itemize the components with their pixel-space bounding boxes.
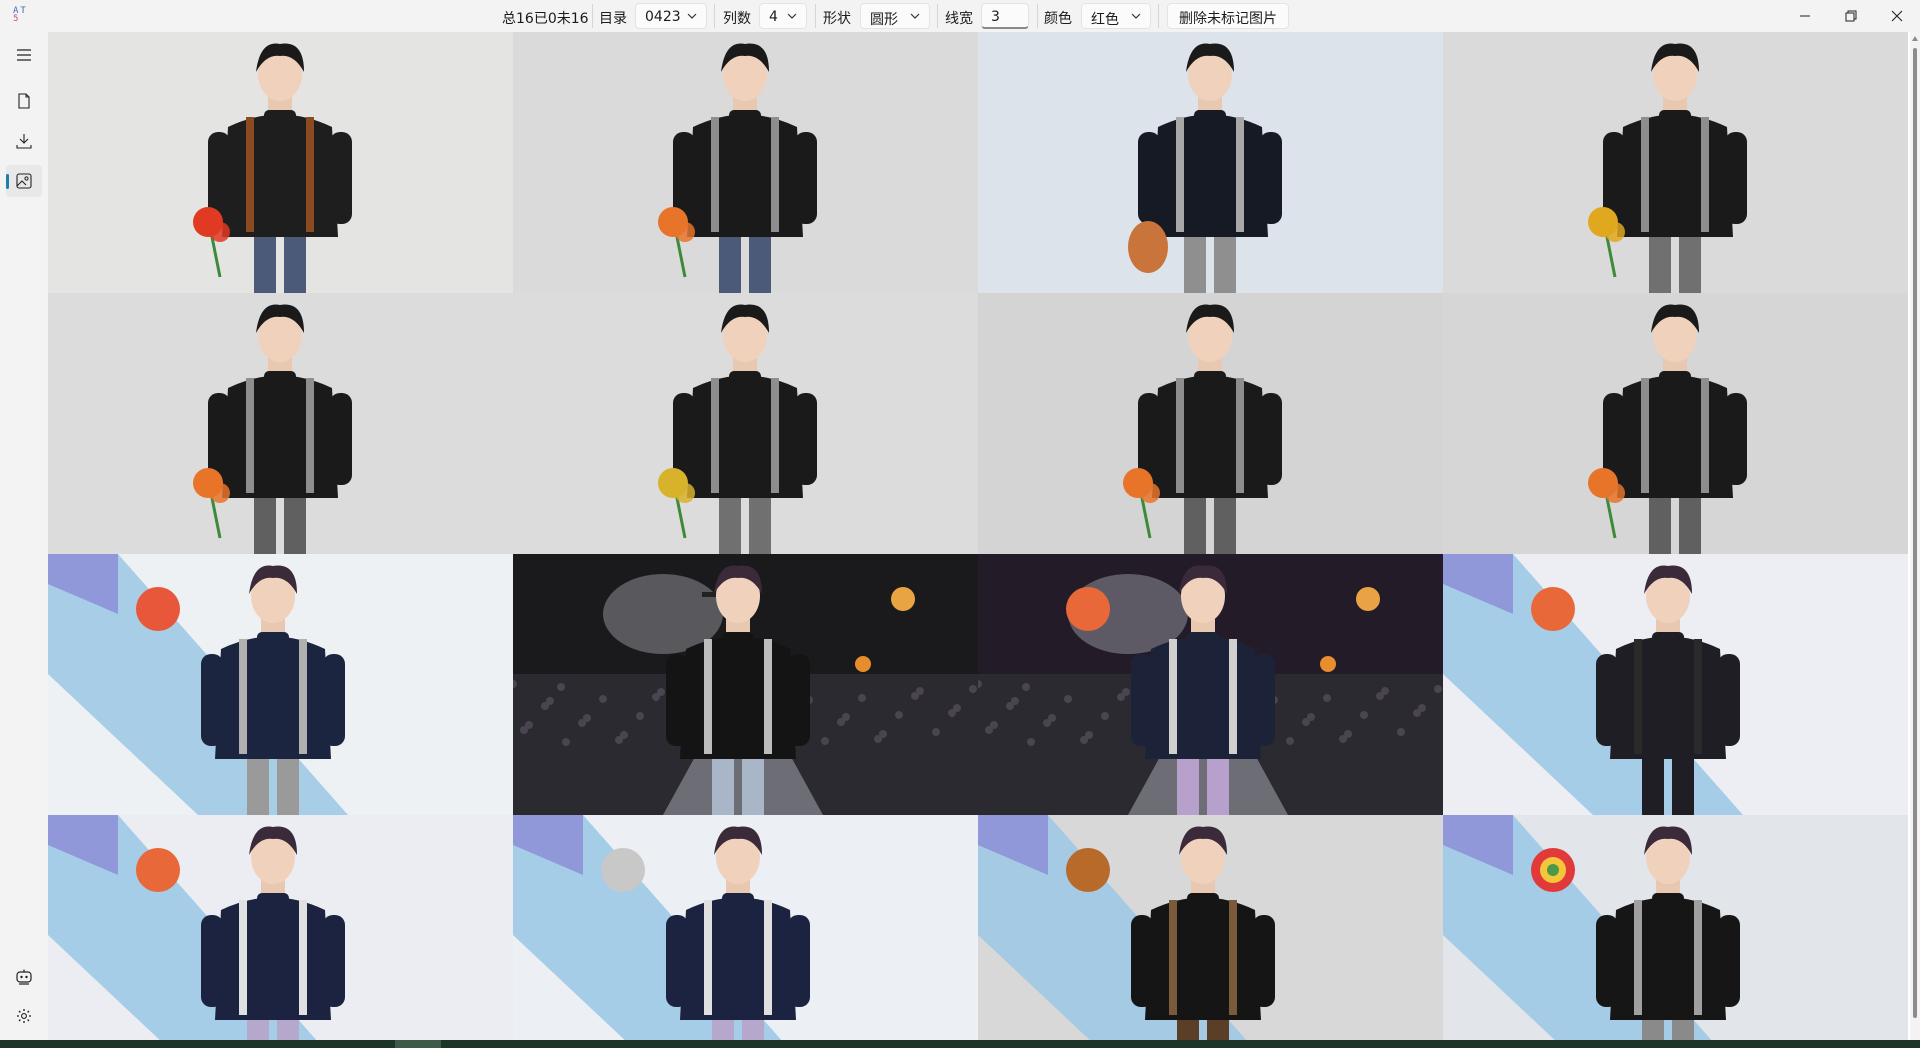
- sidebar-item-download[interactable]: [6, 125, 42, 157]
- columns-select[interactable]: 4: [759, 3, 807, 29]
- toolbar-divider: [1037, 4, 1038, 28]
- image-thumbnail[interactable]: [513, 293, 978, 554]
- directory-select[interactable]: 0423: [635, 3, 707, 29]
- image-count-summary: 总16已0未16: [502, 11, 589, 27]
- download-icon: [16, 134, 32, 149]
- image-thumbnail[interactable]: [1443, 293, 1908, 554]
- image-thumbnail[interactable]: [513, 32, 978, 293]
- shape-label: 形状: [823, 11, 851, 27]
- robot-icon: [16, 969, 32, 985]
- sidebar-item-files[interactable]: [6, 85, 42, 117]
- line-width-value: 3: [991, 9, 1000, 25]
- directory-value: 0423: [645, 9, 681, 25]
- color-value: 红色: [1091, 12, 1119, 28]
- sidebar-item-images[interactable]: [6, 165, 42, 197]
- image-thumbnail[interactable]: [1443, 554, 1908, 815]
- line-width-label: 线宽: [945, 11, 973, 27]
- scroll-up-arrow[interactable]: [1912, 36, 1918, 41]
- scroll-thumb[interactable]: [1913, 48, 1917, 1018]
- close-icon: [1891, 10, 1903, 22]
- image-thumbnail[interactable]: [48, 293, 513, 554]
- chevron-down-icon: [787, 13, 797, 19]
- restore-button[interactable]: [1828, 0, 1874, 32]
- taskbar: [0, 1040, 1920, 1048]
- color-label: 颜色: [1044, 11, 1072, 27]
- file-icon: [18, 93, 30, 109]
- image-thumbnail[interactable]: [48, 815, 513, 1040]
- sidebar-item-assistant[interactable]: [6, 961, 42, 993]
- image-thumbnail[interactable]: [978, 32, 1443, 293]
- toolbar-divider: [714, 4, 715, 28]
- line-width-input[interactable]: 3: [981, 3, 1029, 29]
- toolbar-divider: [592, 4, 593, 28]
- minimize-icon: [1800, 15, 1810, 17]
- columns-label: 列数: [723, 11, 751, 27]
- active-indicator: [6, 174, 9, 189]
- chevron-down-icon: [687, 13, 697, 19]
- menu-icon: [17, 49, 31, 61]
- image-gallery: [48, 32, 1910, 1040]
- columns-value: 4: [769, 9, 778, 25]
- image-thumbnail[interactable]: [978, 815, 1443, 1040]
- toolbar-divider: [937, 4, 938, 28]
- image-thumbnail[interactable]: [978, 293, 1443, 554]
- image-thumbnail[interactable]: [513, 815, 978, 1040]
- image-thumbnail[interactable]: [1443, 32, 1908, 293]
- toolbar: 总16已0未16 目录 0423 列数 4 形状 圆形 线宽 3 颜色 红色 删…: [0, 0, 1920, 32]
- image-thumbnail[interactable]: [978, 554, 1443, 815]
- chevron-down-icon: [910, 13, 920, 19]
- toolbar-divider: [815, 4, 816, 28]
- image-thumbnail[interactable]: [513, 554, 978, 815]
- image-icon: [16, 173, 32, 189]
- taskbar-active-app[interactable]: [395, 1040, 441, 1048]
- close-button[interactable]: [1874, 0, 1920, 32]
- image-thumbnail[interactable]: [48, 32, 513, 293]
- shape-value: 圆形: [870, 12, 898, 28]
- delete-unmarked-button[interactable]: 删除未标记图片: [1167, 3, 1289, 29]
- sidebar-menu-button[interactable]: [6, 39, 42, 71]
- image-thumbnail[interactable]: [1443, 815, 1908, 1040]
- directory-label: 目录: [599, 11, 627, 27]
- toolbar-divider: [1158, 4, 1159, 28]
- minimize-button[interactable]: [1782, 0, 1828, 32]
- image-thumbnail[interactable]: [48, 554, 513, 815]
- sidebar-item-settings[interactable]: [6, 1000, 42, 1032]
- restore-icon: [1845, 10, 1857, 22]
- chevron-down-icon: [1131, 13, 1141, 19]
- sidebar: [0, 32, 48, 1040]
- color-select[interactable]: 红色: [1081, 3, 1151, 29]
- settings-icon: [17, 1009, 31, 1023]
- shape-select[interactable]: 圆形: [860, 3, 930, 29]
- scrollbar[interactable]: [1910, 32, 1920, 1040]
